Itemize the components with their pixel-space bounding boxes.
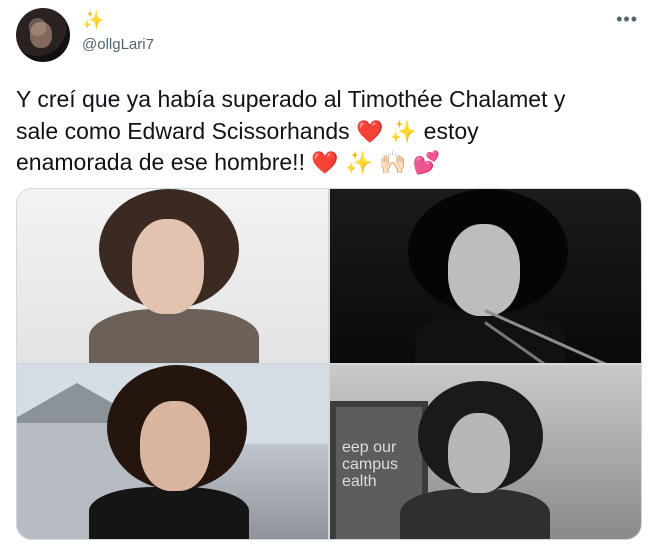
sparkles-icon: ✨ — [389, 118, 418, 144]
photo-4[interactable]: eep our campus ealth — [330, 365, 641, 539]
sparkles-icon: ✨ — [345, 150, 373, 175]
photo-subject-face — [132, 219, 204, 314]
photo-subject-body — [89, 487, 249, 539]
photo-1[interactable] — [17, 189, 328, 363]
tweet-text-segment: enamorada de ese hombre!! — [16, 149, 305, 175]
tweet-line-3: enamorada de ese hombre!! ❤️ ✨ 🙌🏻 💕 — [16, 147, 636, 179]
photo-subject-face — [448, 413, 510, 493]
photo-subject-body — [400, 489, 550, 539]
tweet-card: ✨ @ollgLari7 ••• Y creí que ya había sup… — [0, 0, 658, 554]
tweet-text: Y creí que ya había superado al Timothée… — [16, 84, 636, 179]
tweet-text-segment: estoy — [423, 117, 479, 144]
tweet-line-1: Y creí que ya había superado al Timothée… — [16, 86, 566, 112]
tweet-line-2: sale como Edward Scissorhands ❤️ ✨ estoy — [16, 116, 636, 148]
photo-2[interactable] — [330, 189, 641, 363]
raising-hands-icon: 🙌🏻 — [378, 150, 407, 175]
two-hearts-icon: 💕 — [412, 150, 441, 175]
photo-subject-body — [89, 309, 259, 363]
photo-3[interactable] — [17, 365, 328, 539]
user-handle[interactable]: @ollgLari7 — [82, 36, 154, 53]
photo-subject-body — [415, 314, 565, 363]
red-heart-icon: ❤️ — [311, 150, 339, 175]
photo-subject-face — [448, 224, 520, 316]
photo-subject-face — [140, 401, 210, 491]
sign-lettering: eep our campus ealth — [342, 439, 399, 490]
media-grid: eep our campus ealth — [16, 188, 642, 540]
red-heart-icon: ❤️ — [356, 118, 384, 144]
display-name[interactable]: ✨ — [82, 10, 104, 31]
avatar[interactable] — [16, 8, 70, 62]
more-options-icon[interactable]: ••• — [616, 10, 638, 28]
tweet-text-segment: sale como Edward Scissorhands — [16, 117, 350, 144]
